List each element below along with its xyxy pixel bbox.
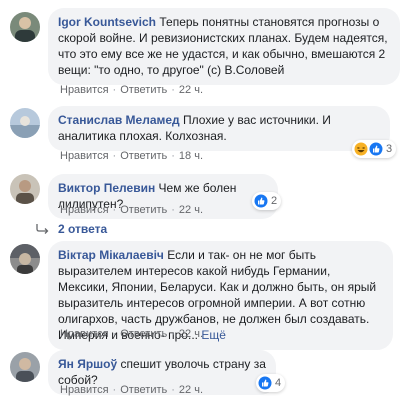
avatar[interactable] bbox=[10, 12, 40, 42]
reaction-count: 4 bbox=[275, 377, 282, 389]
comment-author[interactable]: Ян Яршоў bbox=[58, 357, 117, 371]
like-reaction-icon bbox=[369, 142, 383, 156]
comment-1: Igor Kountsevich Теперь понятны становят… bbox=[0, 0, 418, 102]
comment-4: Віктар Мікалаевіч Если и так- он не мог … bbox=[0, 238, 418, 350]
like-button[interactable]: Нравится bbox=[60, 204, 109, 216]
comment-3: Виктор Пелевин Чем же болен лилипутен? 2… bbox=[0, 166, 418, 219]
reply-arrow-icon bbox=[36, 224, 49, 234]
replies-count-label[interactable]: 2 ответа bbox=[58, 222, 107, 236]
timestamp[interactable]: 22 ч. bbox=[179, 84, 203, 96]
comment-actions: Нравится · Ответить · 18 ч. bbox=[60, 150, 204, 162]
like-button[interactable]: Нравится bbox=[60, 328, 109, 340]
reaction-count: 2 bbox=[271, 195, 278, 207]
like-button[interactable]: Нравится bbox=[60, 150, 109, 162]
comment-author[interactable]: Виктор Пелевин bbox=[58, 181, 155, 195]
reaction-summary[interactable]: 2 bbox=[252, 192, 282, 210]
comment-5: Ян Яршоў спешит уволочь страну за собой?… bbox=[0, 346, 418, 400]
like-button[interactable]: Нравится bbox=[60, 84, 109, 96]
like-reaction-icon bbox=[254, 194, 268, 208]
reaction-count: 3 bbox=[386, 143, 393, 155]
timestamp[interactable]: 22 ч. bbox=[179, 204, 203, 216]
reply-button[interactable]: Ответить bbox=[120, 84, 167, 96]
comment-author[interactable]: Віктар Мікалаевіч bbox=[58, 248, 164, 262]
avatar[interactable] bbox=[10, 244, 40, 274]
comment-actions: Нравится · Ответить · 22 ч. bbox=[60, 328, 204, 340]
comment-bubble: Станислав Меламед Плохие у вас источники… bbox=[48, 106, 390, 151]
timestamp[interactable]: 22 ч. bbox=[179, 328, 203, 340]
avatar[interactable] bbox=[10, 108, 40, 138]
view-replies-link[interactable]: 2 ответа bbox=[36, 222, 107, 236]
reply-button[interactable]: Ответить bbox=[120, 204, 167, 216]
avatar[interactable] bbox=[10, 352, 40, 382]
comment-author[interactable]: Станислав Меламед bbox=[58, 113, 180, 127]
reaction-summary[interactable]: 4 bbox=[256, 374, 286, 392]
avatar[interactable] bbox=[10, 174, 40, 204]
comment-actions: Нравится · Ответить · 22 ч. bbox=[60, 384, 204, 396]
reply-button[interactable]: Ответить bbox=[120, 150, 167, 162]
comment-bubble: Igor Kountsevich Теперь понятны становят… bbox=[48, 8, 400, 85]
timestamp[interactable]: 18 ч. bbox=[179, 150, 203, 162]
comment-author[interactable]: Igor Kountsevich bbox=[58, 15, 156, 29]
see-more-link[interactable]: Ещё bbox=[201, 328, 226, 342]
comment-actions: Нравится · Ответить · 22 ч. bbox=[60, 204, 204, 216]
haha-reaction-icon bbox=[354, 142, 368, 156]
reaction-summary[interactable]: 3 bbox=[352, 140, 397, 158]
comment-actions: Нравится · Ответить · 22 ч. bbox=[60, 84, 204, 96]
reply-button[interactable]: Ответить bbox=[120, 328, 167, 340]
like-reaction-icon bbox=[258, 376, 272, 390]
timestamp[interactable]: 22 ч. bbox=[179, 384, 203, 396]
comment-2: Станислав Меламед Плохие у вас источники… bbox=[0, 102, 418, 166]
like-button[interactable]: Нравится bbox=[60, 384, 109, 396]
reply-button[interactable]: Ответить bbox=[120, 384, 167, 396]
